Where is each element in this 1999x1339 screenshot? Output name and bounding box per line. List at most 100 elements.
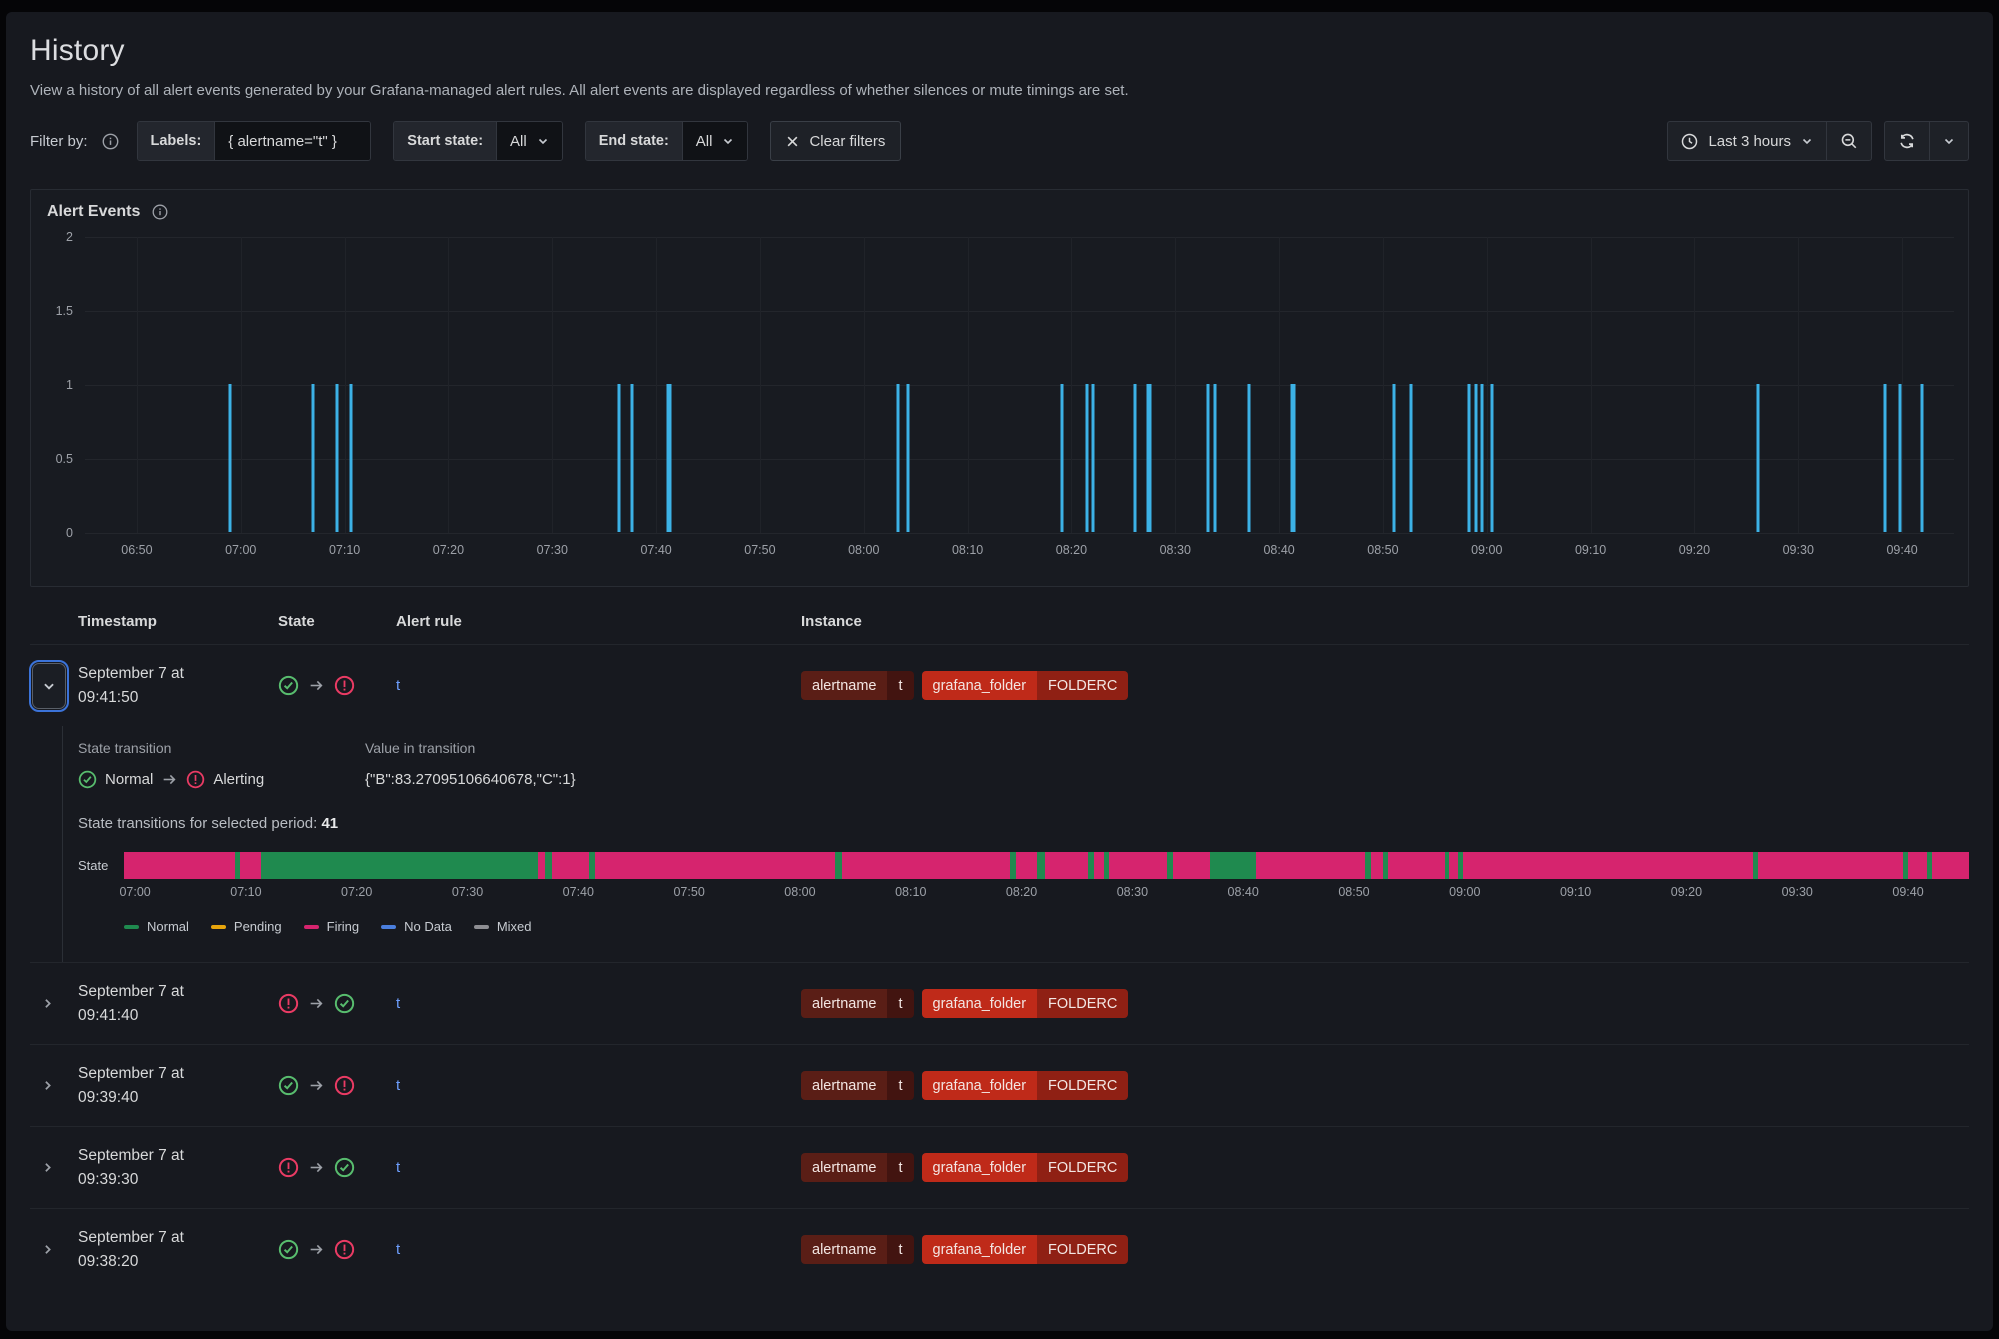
page-title: History (30, 34, 1969, 68)
event-bar (1092, 384, 1095, 532)
row-instance-labels: alertnametgrafana_folderFOLDERC (801, 1071, 1969, 1100)
legend-swatch (304, 925, 319, 929)
time-range-label: Last 3 hours (1708, 133, 1791, 150)
legend-item[interactable]: Firing (304, 919, 360, 934)
timeline-axis-tick: 08:20 (1006, 885, 1037, 899)
timeline-segment-firing (538, 852, 545, 879)
alerting-state-icon (334, 1239, 355, 1260)
gridline-v (1279, 237, 1280, 533)
labels-filter: Labels: { alertname="t" } (137, 121, 372, 161)
timeline-segment-firing (1908, 852, 1927, 879)
info-icon[interactable] (152, 204, 168, 220)
legend-swatch (381, 925, 396, 929)
table-row: September 7 at09:41:50 t alertnamet grafana… (30, 645, 1969, 962)
col-instance: Instance (801, 613, 1969, 630)
legend-item[interactable]: Normal (124, 919, 189, 934)
y-axis-tick: 0 (66, 526, 73, 540)
time-range-picker[interactable]: Last 3 hours (1668, 122, 1826, 160)
label-badge: grafana_folderFOLDERC (922, 1235, 1129, 1264)
row-state-transition (278, 675, 396, 696)
expand-row-button[interactable] (30, 987, 64, 1021)
y-axis-tick: 1.5 (56, 304, 73, 318)
row-instance-labels: alertnamet grafana_folderFOLDERC (801, 671, 1969, 700)
timeline-axis-tick: 08:40 (1228, 885, 1259, 899)
event-bar (349, 384, 352, 532)
label-badge: alertnamet (801, 1235, 914, 1264)
table-row: September 7 at09:38:20talertnametgrafana… (30, 1208, 1969, 1290)
info-icon[interactable] (102, 133, 119, 150)
event-bar (907, 384, 910, 532)
event-bar (1290, 384, 1295, 532)
state-timeline: State07:0007:1007:2007:3007:4007:5008:00… (78, 852, 1969, 909)
x-axis-tick: 08:00 (848, 543, 879, 557)
collapse-row-button[interactable] (32, 663, 66, 709)
arrow-right-icon (308, 1077, 325, 1094)
label-badge: alertnamet (801, 671, 914, 700)
timeline-axis-tick: 08:10 (895, 885, 926, 899)
row-timestamp: September 7 at09:39:40 (78, 1062, 278, 1109)
alert-rule-link[interactable]: t (396, 677, 400, 694)
clock-icon (1681, 133, 1698, 150)
timeline-axis-tick: 08:00 (784, 885, 815, 899)
label-badge: grafana_folderFOLDERC (922, 989, 1129, 1018)
x-axis-tick: 08:10 (952, 543, 983, 557)
chevron-down-icon (537, 135, 549, 147)
event-bar (1061, 384, 1064, 532)
timeline-axis-tick: 07:00 (119, 885, 150, 899)
row-timestamp: September 7 at09:41:50 (78, 662, 278, 709)
end-state-select[interactable]: All (683, 122, 748, 160)
table-row: September 7 at09:41:40talertnametgrafana… (30, 962, 1969, 1044)
legend-item[interactable]: Mixed (474, 919, 532, 934)
labels-filter-input[interactable]: { alertname="t" } (215, 122, 370, 160)
expand-row-button[interactable] (30, 1233, 64, 1267)
timeline-axis-tick: 08:50 (1338, 885, 1369, 899)
alert-rule-link[interactable]: t (396, 1241, 400, 1258)
alert-rule-link[interactable]: t (396, 1159, 400, 1176)
expand-row-button[interactable] (30, 1151, 64, 1185)
y-axis-tick: 1 (66, 378, 73, 392)
label-badge: grafana_folderFOLDERC (922, 671, 1129, 700)
alert-rule-link[interactable]: t (396, 1077, 400, 1094)
event-bar (1468, 384, 1471, 532)
gridline-v (345, 237, 346, 533)
expanded-row-detail: State transitionValue in transitionNorma… (62, 726, 1969, 962)
label-badge: alertnamet (801, 1071, 914, 1100)
alerting-state-icon (334, 675, 355, 696)
state-timeline-bar[interactable] (124, 852, 1969, 879)
gridline-h (85, 385, 1954, 386)
col-alert-rule: Alert rule (396, 613, 801, 630)
alert-events-chart[interactable]: 21.510.5006:5007:0007:1007:2007:3007:400… (85, 237, 1954, 533)
arrow-right-icon (161, 771, 178, 788)
refresh-interval-dropdown[interactable] (1929, 122, 1968, 160)
timeline-segment-firing (240, 852, 261, 879)
timeline-segment-normal (1037, 852, 1045, 879)
legend-item[interactable]: Pending (211, 919, 282, 934)
gridline-v (656, 237, 657, 533)
normal-state-icon (278, 1075, 299, 1096)
timeline-segment-firing (1256, 852, 1365, 879)
transition-value: {"B":83.27095106640678,"C":1} (365, 770, 1969, 789)
expand-row-button[interactable] (30, 1069, 64, 1103)
transitions-count: 41 (321, 815, 338, 832)
normal-state-icon (278, 1239, 299, 1260)
alert-rule-link[interactable]: t (396, 995, 400, 1012)
refresh-button[interactable] (1885, 122, 1929, 160)
zoom-out-button[interactable] (1826, 122, 1871, 160)
x-axis-tick: 09:20 (1679, 543, 1710, 557)
normal-state-icon (78, 770, 97, 789)
row-state-transition (278, 1239, 396, 1260)
timeline-axis-tick: 09:00 (1449, 885, 1480, 899)
event-bar (312, 384, 315, 532)
alerting-state-icon (278, 1157, 299, 1178)
value-in-transition-label: Value in transition (365, 740, 1969, 756)
legend-item[interactable]: No Data (381, 919, 452, 934)
clear-filters-button[interactable]: Clear filters (770, 121, 901, 161)
chevron-down-icon (42, 679, 56, 693)
gridline-v (1071, 237, 1072, 533)
timeline-segment-firing (1758, 852, 1902, 879)
event-bar (1393, 384, 1396, 532)
alert-events-panel: Alert Events 21.510.5006:5007:0007:1007:… (30, 189, 1969, 587)
gridline-h (85, 311, 1954, 312)
gridline-h (85, 237, 1954, 238)
start-state-select[interactable]: All (497, 122, 562, 160)
